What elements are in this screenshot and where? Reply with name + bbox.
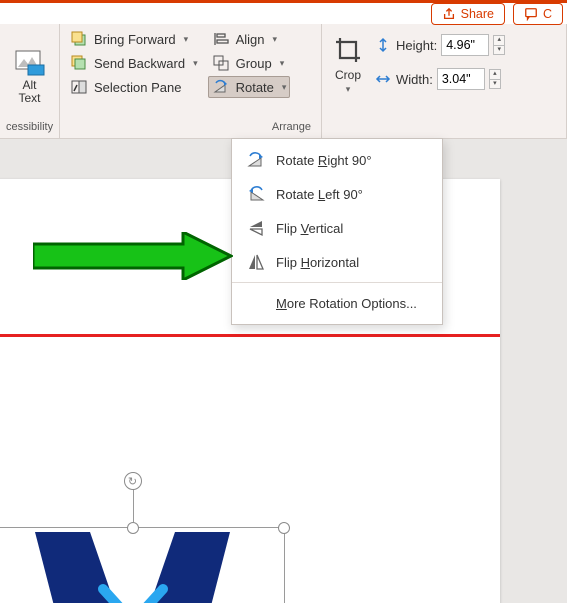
width-label: Width:: [396, 72, 433, 87]
chevron-down-icon[interactable]: ▾: [184, 34, 189, 45]
menu-flip-horizontal-label: Flip Horizontal: [276, 255, 359, 270]
width-input[interactable]: [437, 68, 485, 90]
rotate-button[interactable]: Rotate ▾: [208, 76, 291, 98]
height-label: Height:: [396, 38, 437, 53]
rotate-handle[interactable]: [124, 472, 142, 490]
crop-button[interactable]: Crop ▾: [328, 32, 368, 97]
width-spinner[interactable]: ▴▾: [489, 69, 501, 89]
width-row: Width: ▴▾: [374, 66, 505, 92]
rotate-menu: Rotate Right 90° Rotate Left 90° Flip Ve…: [231, 138, 443, 325]
menu-rotate-right-label: Rotate Right 90°: [276, 153, 372, 168]
crop-icon: [332, 34, 364, 66]
group-accessibility: Alt Text cessibility: [0, 24, 60, 138]
chevron-down-icon[interactable]: ▾: [280, 58, 285, 69]
group-button[interactable]: Group ▾: [208, 52, 291, 74]
rotate-icon: [212, 78, 230, 96]
green-arrow-annotation: [33, 232, 233, 285]
align-icon: [212, 30, 230, 48]
selection-pane-label: Selection Pane: [94, 80, 181, 95]
chevron-down-icon[interactable]: ▾: [193, 58, 198, 69]
alt-text-icon: [14, 49, 46, 77]
selection-pane-icon: [70, 78, 88, 96]
group-obj-label: Group: [236, 56, 272, 71]
chevron-down-icon[interactable]: ▾: [282, 82, 287, 93]
share-label: Share: [461, 7, 494, 21]
share-button[interactable]: Share: [431, 3, 505, 25]
bring-forward-icon: [70, 30, 88, 48]
menu-rotate-left[interactable]: Rotate Left 90°: [232, 177, 442, 211]
menu-flip-vertical-label: Flip Vertical: [276, 221, 343, 236]
rotate-label: Rotate: [236, 80, 274, 95]
flip-horizontal-icon: [246, 252, 266, 272]
width-icon: [374, 70, 392, 88]
alt-text-label: Alt Text: [18, 79, 40, 105]
height-row: Height: ▴▾: [374, 32, 505, 58]
height-icon: [374, 36, 392, 54]
group-label-size: [328, 132, 560, 134]
group-label-arrange: Arrange: [66, 120, 315, 134]
comment-label: C: [543, 7, 552, 21]
menu-rotate-right[interactable]: Rotate Right 90°: [232, 143, 442, 177]
comment-button[interactable]: C: [513, 3, 563, 25]
group-label-accessibility: cessibility: [6, 120, 53, 134]
menu-separator: [232, 282, 442, 283]
menu-rotate-left-label: Rotate Left 90°: [276, 187, 363, 202]
group-size: Crop ▾ Height: ▴▾: [322, 24, 567, 138]
height-spinner[interactable]: ▴▾: [493, 35, 505, 55]
rotate-right-icon: [246, 150, 266, 170]
chevron-down-icon[interactable]: ▾: [273, 34, 278, 45]
send-backward-button[interactable]: Send Backward ▾: [66, 52, 202, 74]
align-button[interactable]: Align ▾: [208, 28, 291, 50]
menu-more-rotation-options[interactable]: More Rotation Options...: [232, 286, 442, 320]
rotate-left-icon: [246, 184, 266, 204]
bring-forward-button[interactable]: Bring Forward ▾: [66, 28, 202, 50]
chevron-down-icon[interactable]: ▾: [346, 84, 351, 95]
handle-top-right[interactable]: [278, 522, 290, 534]
send-backward-icon: [70, 54, 88, 72]
align-label: Align: [236, 32, 265, 47]
crop-label: Crop: [335, 68, 361, 82]
flip-vertical-icon: [246, 218, 266, 238]
ribbon: Alt Text cessibility Bring Forward: [0, 24, 567, 139]
selection-outline[interactable]: [0, 527, 285, 603]
group-arrange: Bring Forward ▾ Send Backward ▾: [60, 24, 322, 138]
height-input[interactable]: [441, 34, 489, 56]
rotate-stem: [133, 486, 134, 522]
blank-icon: [246, 293, 266, 313]
bring-forward-label: Bring Forward: [94, 32, 176, 47]
handle-top-middle[interactable]: [127, 522, 139, 534]
share-icon: [442, 7, 456, 21]
red-guide-line: [0, 334, 500, 337]
menu-more-rotation-label: More Rotation Options...: [276, 296, 417, 311]
comment-icon: [524, 7, 538, 21]
menu-flip-horizontal[interactable]: Flip Horizontal: [232, 245, 442, 279]
group-icon: [212, 54, 230, 72]
menu-flip-vertical[interactable]: Flip Vertical: [232, 211, 442, 245]
titlebar: Share C: [0, 0, 567, 24]
send-backward-label: Send Backward: [94, 56, 185, 71]
alt-text-button[interactable]: Alt Text: [6, 28, 53, 120]
selection-pane-button[interactable]: Selection Pane: [66, 76, 202, 98]
